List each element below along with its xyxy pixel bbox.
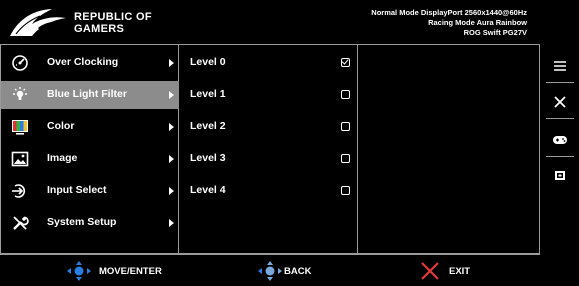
chevron-right-icon: [169, 91, 174, 99]
logo-line-2: GAMERS: [74, 23, 125, 35]
image-icon: [11, 151, 29, 167]
level-label: Level 2: [190, 120, 226, 132]
footer-divider: [0, 254, 540, 255]
menu-item-over-clocking[interactable]: Over Clocking: [1, 49, 179, 77]
level-label: Level 3: [190, 152, 226, 164]
rog-eye-icon: [10, 9, 66, 36]
gauge-icon: [12, 55, 28, 71]
sidebar-divider: [546, 82, 574, 83]
level-option-0[interactable]: Level 0: [179, 49, 357, 77]
level-option-1[interactable]: Level 1: [179, 81, 357, 109]
color-bars-icon: [12, 120, 28, 135]
gamevisual-icon[interactable]: [550, 166, 570, 186]
status-line-racing: Racing Mode Aura Rainbow: [428, 18, 527, 27]
joystick-back-icon: [258, 261, 282, 281]
detail-panel: [356, 44, 540, 254]
logo-line-1: REPUBLIC OF: [74, 11, 152, 23]
menu-item-blue-light-filter[interactable]: Blue Light Filter: [1, 81, 179, 109]
menu-item-image[interactable]: Image: [1, 145, 179, 173]
checkbox-checked[interactable]: [341, 58, 350, 67]
level-label: Level 1: [190, 88, 226, 100]
menu-label-over-clocking: Over Clocking: [47, 56, 119, 68]
status-line-mode: Normal Mode DisplayPort 2560x1440@60Hz: [371, 8, 527, 17]
rog-logo: REPUBLIC OF GAMERS: [8, 4, 158, 40]
move-enter-hint: MOVE/ENTER: [67, 261, 187, 281]
menu-icon[interactable]: [550, 56, 570, 76]
exit-label: EXIT: [449, 266, 471, 277]
close-icon[interactable]: [550, 92, 570, 112]
level-label: Level 0: [190, 56, 226, 68]
sidebar-divider: [546, 156, 574, 157]
footer-hints: MOVE/ENTER BACK EXIT: [0, 254, 579, 286]
level-option-4[interactable]: Level 4: [179, 177, 357, 205]
chevron-right-icon: [169, 219, 174, 227]
move-enter-label: MOVE/ENTER: [99, 266, 162, 277]
checkbox-unchecked[interactable]: [341, 154, 350, 163]
gamepad-icon[interactable]: [550, 130, 570, 150]
sidebar-divider: [546, 118, 574, 119]
menu-label-image: Image: [47, 152, 78, 164]
chevron-right-icon: [169, 59, 174, 67]
level-option-3[interactable]: Level 3: [179, 145, 357, 173]
menu-item-color[interactable]: Color: [1, 113, 179, 141]
menu-label-color: Color: [47, 120, 75, 132]
chevron-right-icon: [169, 123, 174, 131]
chevron-right-icon: [169, 155, 174, 163]
menu-item-input-select[interactable]: Input Select: [1, 177, 179, 205]
light-bulb-icon: [13, 87, 27, 100]
menu-panels: Over Clocking Blue Light Filter Color Im…: [0, 44, 540, 254]
back-label: BACK: [284, 266, 312, 277]
shortcut-sidebar: [540, 44, 579, 254]
checkbox-unchecked[interactable]: [341, 186, 350, 195]
exit-x-icon: [421, 262, 439, 280]
wrench-icon: [13, 216, 29, 230]
menu-label-system-setup: System Setup: [47, 216, 117, 228]
menu-label-blue-light-filter: Blue Light Filter: [47, 88, 127, 100]
logo-text: REPUBLIC OF GAMERS: [74, 11, 152, 35]
joystick-move-icon: [67, 261, 91, 281]
chevron-right-icon: [169, 187, 174, 195]
checkbox-unchecked[interactable]: [341, 90, 350, 99]
back-hint: BACK: [258, 261, 338, 281]
checkbox-unchecked[interactable]: [341, 122, 350, 131]
menu-label-input-select: Input Select: [47, 184, 107, 196]
header: REPUBLIC OF GAMERS Normal Mode DisplayPo…: [0, 0, 579, 44]
menu-item-system-setup[interactable]: System Setup: [1, 209, 179, 237]
level-label: Level 4: [190, 184, 226, 196]
input-icon: [12, 184, 26, 198]
osd-menu: REPUBLIC OF GAMERS Normal Mode DisplayPo…: [0, 0, 579, 286]
status-line-model: ROG Swift PG27V: [463, 28, 527, 37]
level-option-2[interactable]: Level 2: [179, 113, 357, 141]
status-info: Normal Mode DisplayPort 2560x1440@60Hz R…: [227, 8, 527, 38]
exit-hint: EXIT: [418, 261, 488, 281]
